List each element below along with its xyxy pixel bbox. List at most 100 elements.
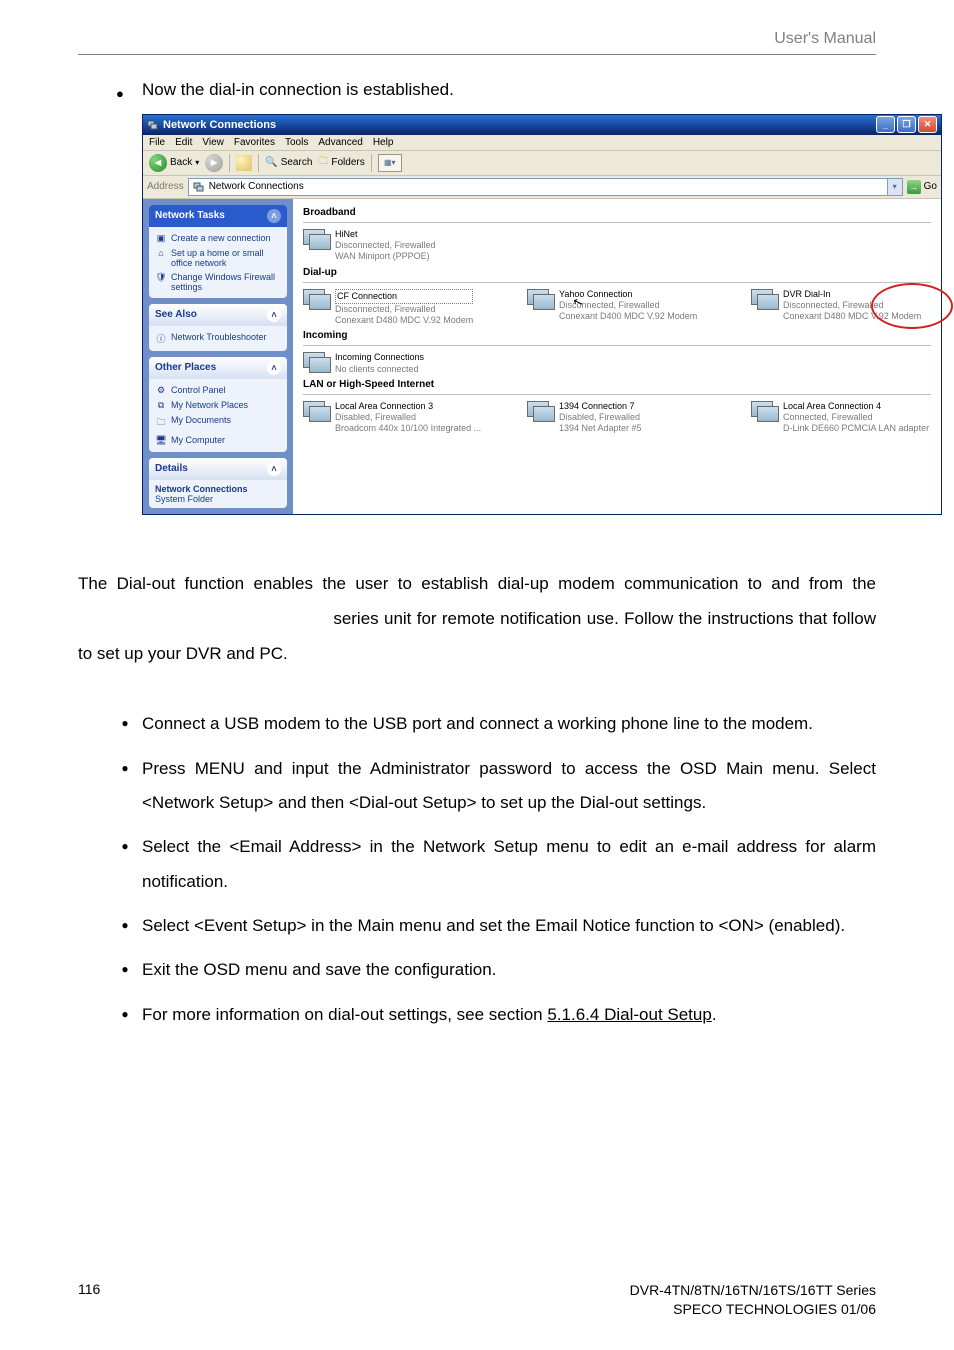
conn-device: Conexant D480 MDC V.92 Modem (335, 315, 473, 326)
task-label: Change Windows Firewall settings (171, 272, 281, 292)
see-troubleshooter[interactable]: ⓘ Network Troubleshooter (155, 330, 281, 347)
connection-icon (303, 229, 329, 251)
conn-incoming[interactable]: Incoming ConnectionsNo clients connected (303, 352, 483, 375)
collapse-icon[interactable]: ˄ (267, 209, 281, 223)
section-broadband: Broadband (303, 207, 931, 218)
address-field[interactable]: Network Connections ▾ (188, 178, 903, 196)
connection-icon (751, 401, 777, 423)
gear-icon: ⚙ (155, 385, 167, 396)
dialout-paragraph: The Dial-out function enables the user t… (78, 567, 876, 672)
panel-heading: Details (155, 463, 188, 474)
search-label: Search (281, 157, 313, 168)
bullet-icon: ● (108, 953, 142, 987)
address-dropdown-icon[interactable]: ▾ (887, 179, 902, 195)
step-text: For more information on dial-out setting… (142, 998, 876, 1032)
minimize-button[interactable]: _ (876, 116, 895, 133)
header-rule (78, 54, 876, 55)
conn-1394[interactable]: 1394 Connection 7Disabled, Firewalled139… (527, 401, 707, 435)
place-control-panel[interactable]: ⚙Control Panel (155, 383, 281, 398)
folders-icon: 🗀 (318, 154, 328, 171)
page-footer: 116 DVR-4TN/8TN/16TN/16TS/16TT Series SP… (78, 1281, 876, 1320)
conn-name: Local Area Connection 4 (783, 401, 929, 412)
conn-lac3[interactable]: Local Area Connection 3Disabled, Firewal… (303, 401, 483, 435)
toolbar: ◄ Back ▾ ► 🔍 Search 🗀Folders ▦▾ (143, 151, 941, 176)
conn-device: Conexant D400 MDC V.92 Modem (559, 311, 697, 322)
place-label: My Computer (171, 435, 225, 446)
search-icon: 🔍 (265, 157, 277, 168)
place-network-places[interactable]: ⧉My Network Places (155, 398, 281, 413)
task-create-connection[interactable]: ▣Create a new connection (155, 231, 281, 246)
sidebar: Network Tasks˄ ▣Create a new connection … (143, 199, 293, 514)
task-label: Set up a home or small office network (171, 248, 281, 268)
menu-help[interactable]: Help (373, 137, 394, 148)
place-label: My Documents (171, 415, 231, 431)
address-label: Address (147, 181, 184, 192)
step-text: Exit the OSD menu and save the configura… (142, 953, 876, 987)
close-button[interactable]: ✕ (918, 116, 937, 133)
panel-heading: Network Tasks (155, 210, 225, 221)
conn-status: Connected, Firewalled (783, 412, 929, 423)
titlebar[interactable]: Network Connections _ ❐ ✕ (143, 115, 941, 135)
back-button[interactable]: ◄ Back ▾ (149, 154, 199, 172)
conn-status: Disabled, Firewalled (335, 412, 481, 423)
task-firewall[interactable]: 🛡Change Windows Firewall settings (155, 270, 281, 294)
panel-heading: Other Places (155, 362, 216, 373)
folders-label: Folders (331, 157, 364, 168)
back-dropdown-icon[interactable]: ▾ (195, 158, 199, 167)
views-icon: ▦▾ (384, 158, 396, 167)
intro-bullet: ● Now the dial-in connection is establis… (116, 73, 876, 108)
step-text: Select the <Email Address> in the Networ… (142, 830, 876, 899)
maximize-button[interactable]: ❐ (897, 116, 916, 133)
conn-device: WAN Miniport (PPPOE) (335, 251, 436, 262)
views-dropdown[interactable]: ▦▾ (378, 154, 402, 172)
conn-name: Incoming Connections (335, 352, 424, 363)
collapse-icon[interactable]: ˄ (267, 361, 281, 375)
details-panel: Details ˄ Network Connections System Fold… (149, 458, 287, 508)
conn-name: 1394 Connection 7 (559, 401, 642, 412)
menu-favorites[interactable]: Favorites (234, 137, 275, 148)
collapse-icon[interactable]: ˄ (267, 308, 281, 322)
conn-yahoo[interactable]: Yahoo ConnectionDisconnected, Firewalled… (527, 289, 707, 327)
bullet-icon: ● (108, 830, 142, 899)
info-icon: ⓘ (155, 332, 167, 345)
up-button[interactable] (236, 155, 252, 171)
details-name: Network Connections (155, 484, 281, 494)
bullet-icon: ● (116, 73, 142, 108)
conn-name: HiNet (335, 229, 436, 240)
details-type: System Folder (155, 494, 281, 504)
window-icon (147, 119, 159, 131)
conn-hinet[interactable]: HiNetDisconnected, FirewalledWAN Minipor… (303, 229, 483, 263)
step-text: Press MENU and input the Administrator p… (142, 752, 876, 821)
go-button[interactable]: → Go (907, 180, 937, 194)
menubar: File Edit View Favorites Tools Advanced … (143, 135, 941, 151)
network-icon: ⧉ (155, 400, 167, 411)
collapse-icon[interactable]: ˄ (267, 462, 281, 476)
conn-cf[interactable]: CF ConnectionDisconnected, FirewalledCon… (303, 289, 483, 327)
folders-button[interactable]: 🗀Folders (318, 154, 364, 171)
search-button[interactable]: 🔍 Search (265, 157, 312, 168)
bullet-icon: ● (108, 909, 142, 943)
conn-name: DVR Dial-In (783, 289, 921, 300)
connection-icon (751, 289, 777, 311)
conn-dvr-dialin[interactable]: DVR Dial-InDisconnected, FirewalledConex… (751, 289, 931, 327)
menu-view[interactable]: View (202, 137, 224, 148)
forward-button[interactable]: ► (205, 154, 223, 172)
conn-status: Disconnected, Firewalled (783, 300, 921, 311)
conn-lac4[interactable]: Local Area Connection 4Connected, Firewa… (751, 401, 931, 435)
task-setup-network[interactable]: ⌂Set up a home or small office network (155, 246, 281, 270)
section-lan: LAN or High-Speed Internet (303, 379, 931, 390)
panel-heading: See Also (155, 309, 197, 320)
menu-tools[interactable]: Tools (285, 137, 308, 148)
toolbar-separator (371, 154, 372, 172)
place-my-documents[interactable]: 🗀My Documents (155, 413, 281, 433)
connection-icon (303, 289, 329, 311)
folder-icon: 🗀 (155, 415, 167, 431)
folder-view: Broadband HiNetDisconnected, FirewalledW… (293, 199, 941, 514)
conn-status: Disabled, Firewalled (559, 412, 642, 423)
menu-file[interactable]: File (149, 137, 165, 148)
see-label: Network Troubleshooter (171, 332, 267, 345)
menu-advanced[interactable]: Advanced (318, 137, 362, 148)
place-my-computer[interactable]: 🖥My Computer (155, 433, 281, 448)
menu-edit[interactable]: Edit (175, 137, 192, 148)
step-text: Connect a USB modem to the USB port and … (142, 707, 876, 741)
